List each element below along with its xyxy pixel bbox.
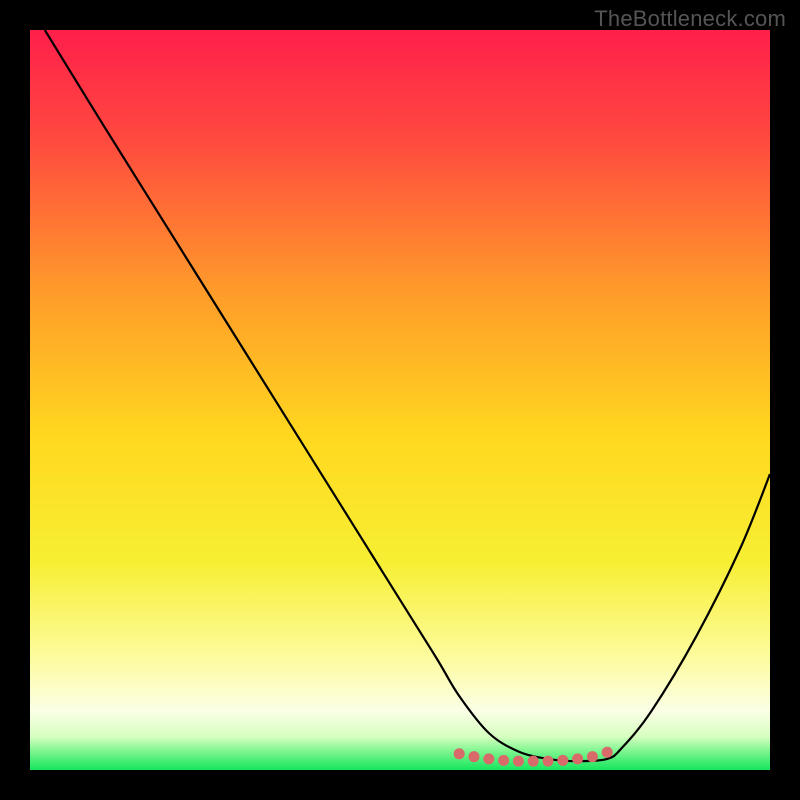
chart-background bbox=[30, 30, 770, 770]
optimal-marker bbox=[572, 753, 583, 764]
optimal-marker bbox=[528, 756, 539, 767]
optimal-marker bbox=[483, 753, 494, 764]
optimal-marker bbox=[587, 751, 598, 762]
optimal-marker bbox=[602, 747, 613, 758]
optimal-marker bbox=[454, 748, 465, 759]
optimal-marker bbox=[543, 756, 554, 767]
optimal-marker bbox=[557, 755, 568, 766]
optimal-marker bbox=[469, 751, 480, 762]
optimal-marker bbox=[498, 755, 509, 766]
watermark-text: TheBottleneck.com bbox=[594, 6, 786, 32]
chart-frame bbox=[30, 30, 770, 770]
chart-svg bbox=[30, 30, 770, 770]
optimal-marker bbox=[513, 756, 524, 767]
